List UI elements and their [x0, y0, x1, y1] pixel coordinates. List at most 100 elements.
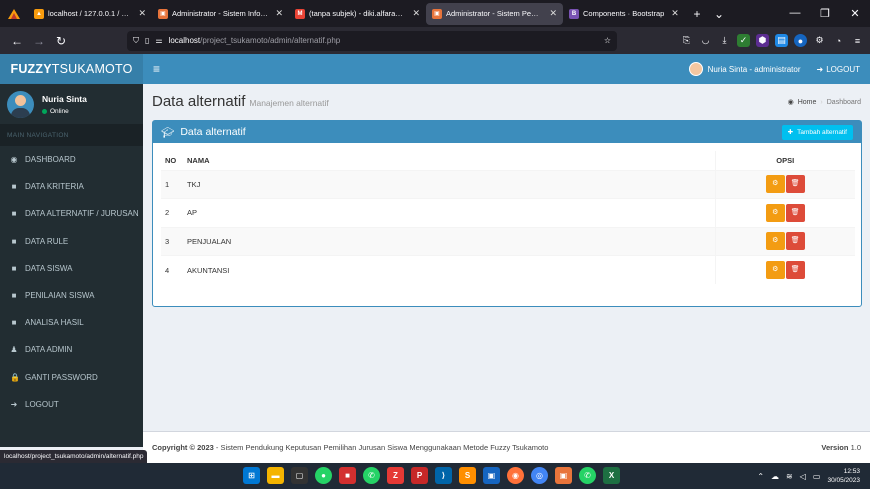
edit-button[interactable]: ⚙: [765, 175, 785, 194]
terminal-icon[interactable]: ▢: [291, 467, 308, 484]
bookmark-star-icon[interactable]: ☆: [604, 36, 611, 45]
whatsapp-icon[interactable]: ✆: [363, 467, 380, 484]
vscode-icon[interactable]: ⟩: [435, 467, 452, 484]
add-alternative-button[interactable]: ✚ Tambah alternatif: [781, 124, 853, 140]
breadcrumb: ◉ Home › Dashboard: [788, 98, 861, 107]
whatsapp2-icon[interactable]: ✆: [579, 467, 596, 484]
sidebar-toggle-icon[interactable]: ≡: [153, 62, 160, 76]
sidebar-item-dashboard[interactable]: ◉ DASHBOARD: [0, 146, 143, 173]
wifi-icon[interactable]: ≋: [786, 472, 793, 481]
breadcrumb-home[interactable]: Home: [798, 99, 817, 106]
firefox-view-icon[interactable]: [0, 0, 28, 27]
browser-tab[interactable]: M (tanpa subjek) - diki.alfarabi.ha ✕: [289, 0, 426, 27]
chevron-up-icon[interactable]: ⌃: [757, 472, 764, 481]
maximize-button[interactable]: ❐: [810, 7, 840, 20]
battery-icon[interactable]: ▭: [813, 472, 821, 481]
delete-button[interactable]: 🗑︎: [785, 261, 805, 279]
sidebar-item-label: DATA KRITERIA: [25, 182, 84, 192]
edit-button[interactable]: ⚙: [765, 232, 785, 251]
extension-blue-icon[interactable]: ▤: [775, 34, 788, 47]
cell-nama: TKJ: [183, 169, 715, 199]
file-explorer-icon[interactable]: ▬: [267, 467, 284, 484]
folder-icon: ■: [11, 209, 17, 219]
alternatives-table: NO NAMA OPSI 1 TKJ ⚙ 🗑︎ 2 AP ⚙ 🗑︎ 3 PENJUALAN ⚙ 🗑︎ 4…: [161, 151, 855, 284]
edit-button[interactable]: ⚙: [765, 203, 785, 222]
app-green-icon[interactable]: ●: [315, 467, 332, 484]
close-tab-icon[interactable]: ✕: [275, 8, 283, 19]
app-logo[interactable]: FUZZY TSUKAMOTO: [0, 54, 143, 84]
browser-tab[interactable]: ▲ localhost / 127.0.0.1 / project_ts ✕: [28, 0, 152, 27]
page-icon: ▯: [145, 36, 150, 45]
close-window-button[interactable]: ✕: [840, 7, 870, 20]
screenshot-icon[interactable]: ⎘: [680, 34, 693, 47]
user-menu[interactable]: Nuria Sinta - administrator: [688, 62, 801, 76]
minimize-button[interactable]: —: [780, 7, 810, 20]
back-arrow-icon[interactable]: ←: [6, 34, 28, 48]
start-windows-icon[interactable]: ⊞: [243, 467, 260, 484]
browser-tab[interactable]: B Components · Bootstrap ✕: [563, 0, 686, 27]
tab-title: Administrator - Sistem Penduk: [446, 9, 543, 18]
sublime-icon[interactable]: S: [459, 467, 476, 484]
menu-hamburger-icon[interactable]: ≡: [851, 34, 864, 47]
column-header-no: NO: [165, 155, 177, 165]
list-tabs-chevron-icon[interactable]: ⌄: [708, 7, 730, 21]
copyright-rest: - Sistem Pendukung Keputusan Pemilihan J…: [213, 443, 549, 452]
chrome-icon[interactable]: ◎: [531, 467, 548, 484]
sidebar-item-data-kriteria[interactable]: ■ DATA KRITERIA: [0, 173, 143, 200]
app-red-icon[interactable]: ■: [339, 467, 356, 484]
sidebar-item-data-siswa[interactable]: ■ DATA SISWA: [0, 255, 143, 282]
sidebar-item-label: DATA ALTERNATIF / JURUSAN: [25, 209, 139, 219]
version-text: Version 1.0: [821, 443, 861, 452]
sidebar-item-penilaian-siswa[interactable]: ■ PENILAIAN SISWA: [0, 282, 143, 309]
xampp-icon[interactable]: ▣: [555, 467, 572, 484]
sidebar-item-data-alternatif-jurusan[interactable]: ■ DATA ALTERNATIF / JURUSAN: [0, 200, 143, 227]
tab-favicon-icon: B: [569, 8, 579, 19]
app-blue-icon[interactable]: ▣: [483, 467, 500, 484]
forward-arrow-icon[interactable]: →: [28, 34, 50, 48]
sidebar-menu: ◉ DASHBOARD ■ DATA KRITERIA ■ DATA ALTERNATIF…: [0, 146, 143, 418]
breadcrumb-separator: ›: [820, 98, 823, 106]
extension-purple-icon[interactable]: ⬢: [756, 34, 769, 47]
extension-circle-icon[interactable]: ●: [794, 34, 807, 47]
table-header-row: NO NAMA OPSI: [161, 151, 855, 170]
new-tab-button[interactable]: +: [686, 7, 708, 21]
delete-button[interactable]: 🗑︎: [785, 175, 805, 194]
extensions-puzzle-icon[interactable]: ⚙: [813, 34, 826, 47]
cloud-icon[interactable]: ☁: [771, 472, 779, 481]
logout-link[interactable]: ➜ LOGOUT: [817, 65, 860, 74]
edit-button[interactable]: ⚙: [765, 261, 785, 279]
close-tab-icon[interactable]: ✕: [412, 8, 420, 19]
browser-tab[interactable]: ▣ Administrator - Sistem Penduk ✕: [426, 2, 563, 25]
volume-icon[interactable]: ◁: [800, 472, 806, 481]
sidebar-item-ganti-password[interactable]: 🔒 GANTI PASSWORD: [0, 364, 143, 391]
browser-tab[interactable]: ▣ Administrator - Sistem Informa ✕: [152, 0, 289, 27]
breadcrumb-current: Dashboard: [826, 98, 861, 106]
close-tab-icon[interactable]: ✕: [671, 8, 679, 19]
delete-button[interactable]: 🗑︎: [785, 203, 805, 222]
reload-icon[interactable]: ↻: [50, 34, 72, 48]
excel-icon[interactable]: X: [603, 467, 620, 484]
close-tab-icon[interactable]: ✕: [138, 8, 146, 19]
tab-favicon-icon: M: [295, 8, 305, 19]
clock[interactable]: 12:53 30/05/2023: [827, 467, 860, 485]
sidebar-item-logout[interactable]: ➜ LOGOUT: [0, 391, 143, 418]
close-tab-icon[interactable]: ✕: [549, 8, 557, 19]
add-button-label: Tambah alternatif: [797, 128, 847, 136]
delete-button[interactable]: 🗑︎: [785, 232, 805, 251]
downloads-icon[interactable]: ⤓: [718, 34, 731, 47]
online-dot-icon: [42, 108, 47, 114]
sidebar-item-label: LOGOUT: [25, 399, 59, 409]
address-bar[interactable]: ⛉ ▯ ⚌ localhost/project_tsukamoto/admin/…: [127, 30, 617, 51]
extension-green-icon[interactable]: ✓: [737, 34, 750, 47]
account-icon[interactable]: ◔: [832, 34, 845, 47]
filezilla-icon[interactable]: Z: [387, 467, 404, 484]
sidebar-item-data-rule[interactable]: ■ DATA RULE: [0, 228, 143, 255]
sidebar-item-data-admin[interactable]: ♟ DATA ADMIN: [0, 336, 143, 363]
sidebar-item-analisa-hasil[interactable]: ■ ANALISA HASIL: [0, 309, 143, 336]
page-title-text: Data alternatif: [152, 93, 246, 110]
avatar: [7, 90, 34, 118]
pocket-icon[interactable]: ◡: [699, 34, 712, 47]
box-header: 🎓︎ Data alternatif ✚ Tambah alternatif: [153, 121, 861, 143]
firefox-icon[interactable]: ◉: [507, 467, 524, 484]
app-red2-icon[interactable]: P: [411, 467, 428, 484]
